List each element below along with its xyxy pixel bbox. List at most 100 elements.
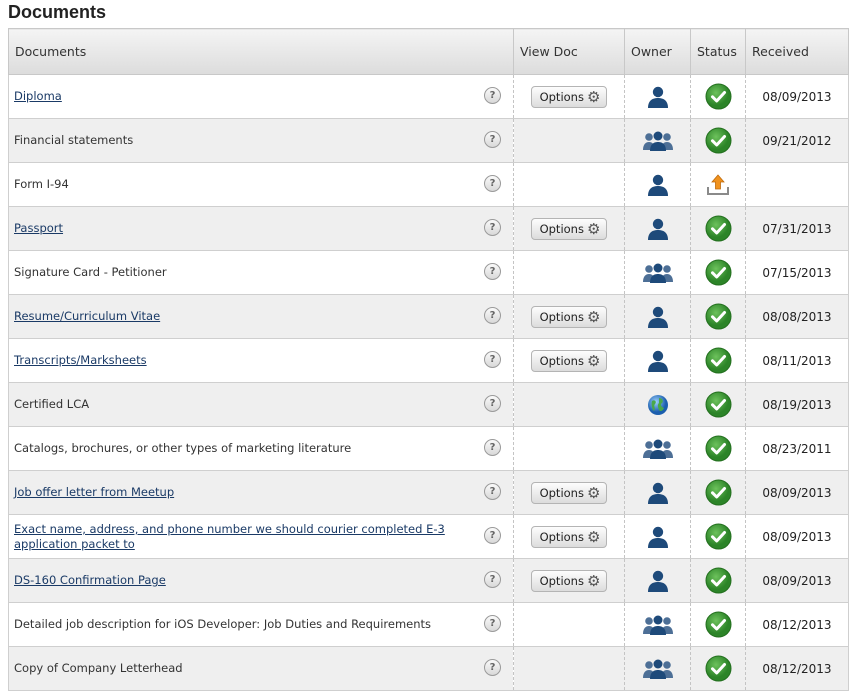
document-link[interactable]: DS-160 Confirmation Page — [14, 573, 166, 588]
document-cell: Form I-94 ? — [8, 162, 514, 207]
document-cell: Copy of Company Letterhead ? — [8, 646, 514, 691]
gear-icon: ⚙ — [586, 219, 601, 238]
document-name: Detailed job description for iOS Develop… — [14, 617, 432, 631]
help-icon[interactable]: ? — [484, 307, 501, 324]
help-icon[interactable]: ? — [484, 395, 501, 412]
status-cell — [690, 470, 746, 515]
owner-cell — [624, 206, 691, 251]
received-date: 09/21/2012 — [745, 118, 849, 163]
document-name: Signature Card - Petitioner — [14, 265, 167, 279]
options-label: Options — [539, 573, 584, 588]
column-header-view-doc: View Doc — [513, 28, 625, 75]
status-cell — [690, 558, 746, 603]
help-icon[interactable]: ? — [484, 131, 501, 148]
check-icon — [705, 83, 732, 110]
help-icon[interactable]: ? — [484, 659, 501, 676]
document-name: Financial statements — [14, 133, 134, 147]
document-link[interactable]: Passport — [14, 221, 63, 236]
options-button[interactable]: Options ⚙ — [530, 569, 608, 592]
help-icon[interactable]: ? — [484, 351, 501, 368]
options-button[interactable]: Options ⚙ — [530, 481, 608, 504]
status-cell — [690, 118, 746, 163]
help-icon[interactable]: ? — [484, 263, 501, 280]
document-link[interactable]: Diploma — [14, 89, 62, 104]
document-cell: Exact name, address, and phone number we… — [8, 514, 514, 559]
received-date: 07/15/2013 — [745, 250, 849, 295]
owner-cell — [624, 558, 691, 603]
check-icon — [705, 435, 732, 462]
view-doc-cell: Options ⚙ — [513, 514, 625, 559]
document-cell: Resume/Curriculum Vitae ? — [8, 294, 514, 339]
view-doc-cell: Options ⚙ — [513, 470, 625, 515]
options-label: Options — [539, 353, 584, 368]
options-button[interactable]: Options ⚙ — [530, 349, 608, 372]
help-icon[interactable]: ? — [484, 527, 501, 544]
table-row: Exact name, address, and phone number we… — [8, 514, 849, 559]
table-row: Signature Card - Petitioner ? 07/15/2013 — [8, 250, 849, 295]
status-cell — [690, 602, 746, 647]
document-link[interactable]: Transcripts/Marksheets — [14, 353, 147, 368]
options-button[interactable]: Options ⚙ — [530, 85, 608, 108]
table-row: Diploma ? Options ⚙ 08/09/2013 — [8, 74, 849, 119]
received-date: 08/23/2011 — [745, 426, 849, 471]
help-icon[interactable]: ? — [484, 219, 501, 236]
status-cell — [690, 74, 746, 119]
received-date: 08/19/2013 — [745, 382, 849, 427]
options-label: Options — [539, 221, 584, 236]
options-label: Options — [539, 309, 584, 324]
table-row: Resume/Curriculum Vitae ? Options ⚙ 08/08… — [8, 294, 849, 339]
person-icon — [645, 86, 671, 108]
group-icon — [642, 439, 674, 459]
options-button[interactable]: Options ⚙ — [530, 217, 608, 240]
options-button[interactable]: Options ⚙ — [530, 305, 608, 328]
column-header-owner: Owner — [624, 28, 691, 75]
check-icon — [705, 523, 732, 550]
help-icon[interactable]: ? — [484, 87, 501, 104]
status-cell — [690, 162, 746, 207]
received-date: 07/31/2013 — [745, 206, 849, 251]
owner-cell — [624, 470, 691, 515]
owner-cell — [624, 646, 691, 691]
help-icon[interactable]: ? — [484, 439, 501, 456]
check-icon — [705, 567, 732, 594]
owner-cell — [624, 250, 691, 295]
document-cell: DS-160 Confirmation Page ? — [8, 558, 514, 603]
table-row: Passport ? Options ⚙ 07/31/2013 — [8, 206, 849, 251]
person-icon — [645, 482, 671, 504]
options-label: Options — [539, 89, 584, 104]
options-button[interactable]: Options ⚙ — [530, 525, 608, 548]
status-cell — [690, 514, 746, 559]
column-header-status: Status — [690, 28, 746, 75]
help-icon[interactable]: ? — [484, 571, 501, 588]
person-icon — [645, 526, 671, 548]
help-icon[interactable]: ? — [484, 615, 501, 632]
document-cell: Certified LCA ? — [8, 382, 514, 427]
table-row: Transcripts/Marksheets ? Options ⚙ 08/11/… — [8, 338, 849, 383]
person-icon — [645, 570, 671, 592]
view-doc-cell — [513, 250, 625, 295]
gear-icon: ⚙ — [586, 87, 601, 106]
document-cell: Detailed job description for iOS Develop… — [8, 602, 514, 647]
check-icon — [705, 391, 732, 418]
owner-cell — [624, 294, 691, 339]
gear-icon: ⚙ — [586, 571, 601, 590]
check-icon — [705, 127, 732, 154]
view-doc-cell: Options ⚙ — [513, 338, 625, 383]
document-name: Catalogs, brochures, or other types of m… — [14, 441, 352, 455]
upload-icon — [705, 173, 731, 195]
received-date: 08/11/2013 — [745, 338, 849, 383]
group-icon — [642, 615, 674, 635]
person-icon — [645, 306, 671, 328]
table-row: Detailed job description for iOS Develop… — [8, 602, 849, 647]
document-link[interactable]: Job offer letter from Meetup — [14, 485, 174, 500]
received-date — [745, 162, 849, 207]
help-icon[interactable]: ? — [484, 483, 501, 500]
document-cell: Transcripts/Marksheets ? — [8, 338, 514, 383]
owner-cell — [624, 118, 691, 163]
view-doc-cell — [513, 162, 625, 207]
view-doc-cell: Options ⚙ — [513, 74, 625, 119]
help-icon[interactable]: ? — [484, 175, 501, 192]
document-link[interactable]: Exact name, address, and phone number we… — [14, 522, 454, 552]
document-name: Certified LCA — [14, 397, 90, 411]
document-link[interactable]: Resume/Curriculum Vitae — [14, 309, 160, 324]
